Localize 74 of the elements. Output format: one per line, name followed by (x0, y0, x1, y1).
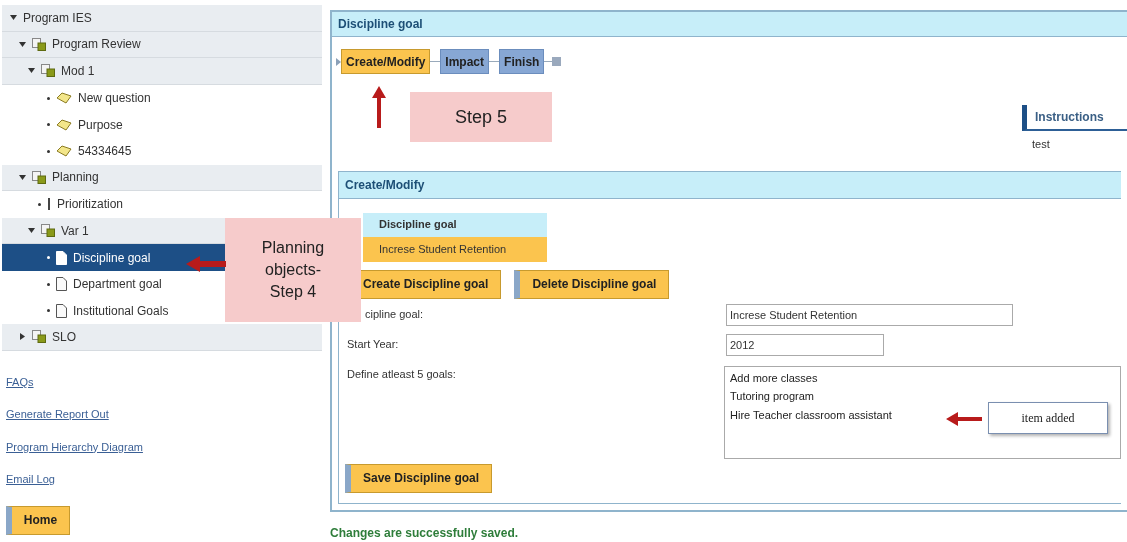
list-item[interactable]: Increse Student Retention (363, 236, 547, 262)
module-icon (32, 170, 46, 184)
instructions-text: test (1031, 137, 1051, 152)
input-field[interactable]: Increse Student Retention (726, 303, 1013, 326)
tree-label: Mod 1 (61, 63, 95, 80)
module-icon (41, 64, 55, 78)
tree-item[interactable]: Program Review (2, 31, 322, 59)
goal-entry: Hire Teacher classroom assistant (730, 407, 892, 423)
step-tab[interactable]: Create/Modify (341, 49, 431, 74)
tree-item[interactable]: Mod 1 (2, 58, 322, 85)
tree-item[interactable]: SLO (2, 324, 322, 351)
bullet-icon (47, 149, 50, 153)
expanded-triangle-icon[interactable] (28, 227, 35, 235)
home-button[interactable]: Home (6, 505, 70, 535)
section-title: Create/Modify (339, 171, 1121, 199)
step-tab[interactable]: Impact (440, 49, 490, 74)
callout-tooltip: Planning objects-Step 4 (225, 218, 361, 322)
tree-label: Institutional Goals (73, 302, 169, 320)
bullet-icon (38, 202, 41, 206)
tree-label: 54334645 (78, 143, 132, 161)
bullet-icon (47, 256, 50, 260)
link[interactable]: Email Log (6, 471, 55, 488)
tree-label: Var 1 (61, 222, 89, 240)
tree-label: Planning (52, 169, 99, 187)
tag-icon (56, 118, 72, 131)
field-label: Start Year: (346, 336, 400, 352)
module-icon (32, 330, 46, 344)
link[interactable]: Generate Report Out (6, 406, 109, 423)
goal-entry: Add more classes (730, 370, 818, 386)
tree-label: SLO (52, 328, 76, 346)
tooltip: item added (988, 402, 1108, 434)
bullet-icon (47, 309, 50, 313)
tree-label: New question (78, 90, 151, 108)
link[interactable]: FAQs (6, 373, 34, 391)
field-label: Define atleast 5 goals: (346, 366, 457, 382)
tree-label: Program Review (52, 36, 141, 54)
callout-tooltip: Step 5 (410, 92, 552, 142)
list-header: Discipline goal (363, 212, 547, 237)
expanded-triangle-icon[interactable] (19, 40, 26, 48)
panel-title: Discipline goal (332, 12, 1127, 37)
arrow-icon (372, 86, 386, 128)
arrow-icon (946, 412, 982, 426)
save-button[interactable]: Save Discipline goal (345, 463, 493, 493)
tree-label: Department goal (73, 276, 162, 294)
document-icon (56, 303, 67, 318)
document-icon (56, 277, 67, 292)
tag-icon (56, 145, 72, 158)
collapsed-triangle-icon[interactable] (19, 333, 26, 341)
field-label: cipline goal: (364, 306, 425, 322)
tag-icon (56, 92, 72, 105)
bullet-icon (47, 282, 50, 286)
bullet-icon (47, 123, 50, 127)
link[interactable]: Program Hierarchy Diagram (6, 438, 143, 456)
bullet-icon (47, 96, 50, 100)
goal-entry: Tutoring program (730, 389, 814, 404)
tree-label: Discipline goal (73, 249, 151, 267)
module-icon (32, 37, 46, 51)
tree-item[interactable]: Program IES (2, 5, 322, 32)
status-message: Changes are successfully saved. (330, 525, 520, 542)
tree-label: Program IES (23, 9, 92, 27)
input-field[interactable]: 2012 (726, 333, 884, 356)
action-button[interactable]: Delete Discipline goal (514, 269, 670, 299)
expanded-triangle-icon[interactable] (10, 14, 17, 22)
bar-icon (47, 198, 51, 211)
tree-label: Prioritization (57, 196, 124, 214)
tree-label: Purpose (78, 116, 123, 134)
tree-item[interactable]: Planning (2, 164, 322, 192)
expanded-triangle-icon[interactable] (19, 173, 26, 181)
document-icon (56, 250, 67, 265)
arrow-icon (186, 255, 226, 273)
instructions-tab[interactable]: Instructions (1022, 105, 1127, 131)
expanded-triangle-icon[interactable] (28, 67, 35, 75)
step-tab[interactable]: Finish (499, 49, 545, 74)
module-icon (41, 224, 55, 238)
